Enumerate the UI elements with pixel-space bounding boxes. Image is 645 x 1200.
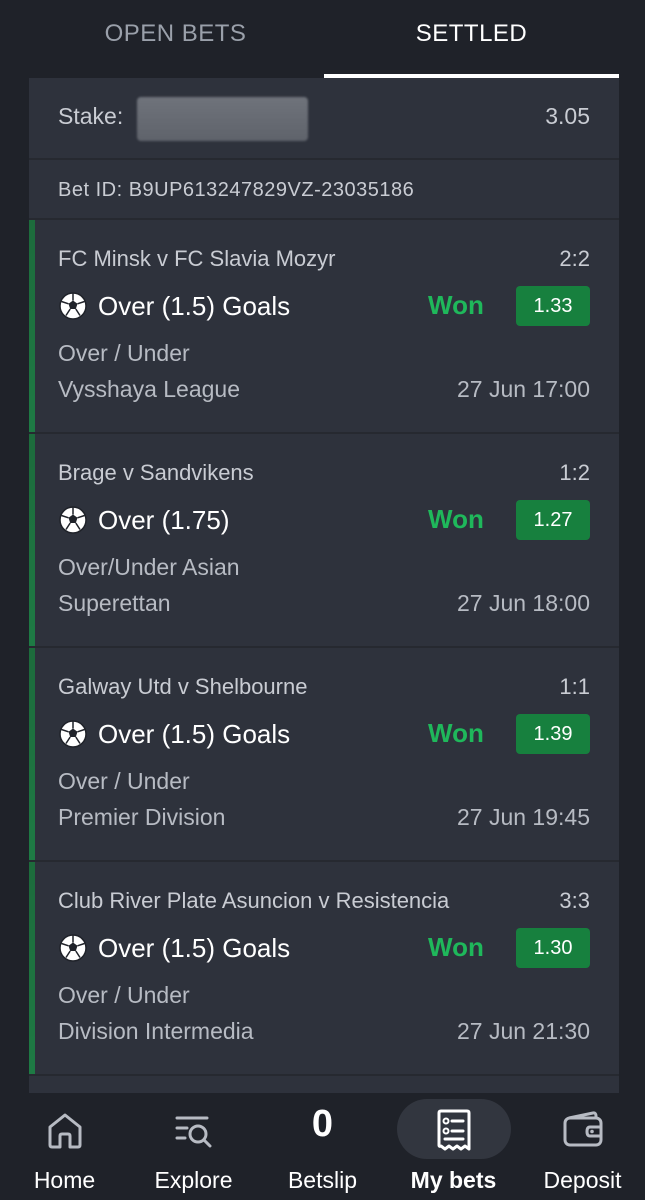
betslip-count: 0: [311, 1103, 334, 1145]
soccer-ball-icon: [59, 292, 87, 320]
market-type: Over / Under: [58, 768, 190, 794]
market-type: Over/Under Asian: [58, 554, 240, 580]
bet-id: Bet ID: B9UP613247829VZ-23035186: [58, 179, 415, 201]
league-name: Premier Division: [58, 804, 226, 830]
selection-accent-bar: [29, 648, 35, 860]
pick-label: Over (1.75): [98, 504, 230, 535]
nav-home-label: Home: [33, 1167, 96, 1193]
result-status: Won: [428, 290, 484, 320]
nav-betslip[interactable]: 0 Betslip: [258, 1093, 387, 1200]
nav-my-bets[interactable]: My bets: [389, 1093, 518, 1200]
stake-value: 3.05: [545, 103, 590, 129]
result-status: Won: [428, 504, 484, 534]
selection-item: Club River Plate Asuncion v Resistencia …: [29, 862, 619, 1076]
stake-label: Stake:: [58, 103, 124, 129]
selection-item: Galway Utd v Shelbourne 1:1 Over (1.5) G…: [29, 648, 619, 862]
redacted-area: [137, 97, 308, 141]
pick-label: Over (1.5) Goals: [98, 932, 291, 963]
league-name: Superettan: [58, 590, 171, 616]
nav-home[interactable]: Home: [0, 1093, 129, 1200]
match-datetime: 27 Jun 18:00: [456, 590, 590, 616]
stake-row: Stake: 3.05: [29, 78, 619, 160]
tab-open-bets[interactable]: OPEN BETS: [28, 0, 323, 78]
match-name: Galway Utd v Shelbourne: [58, 674, 308, 699]
odds-badge: 1.33: [516, 286, 590, 326]
pick-label: Over (1.5) Goals: [98, 718, 291, 749]
odds-badge: 1.27: [516, 500, 590, 540]
match-datetime: 27 Jun 19:45: [456, 804, 590, 830]
soccer-ball-icon: [59, 934, 87, 962]
odds-badge: 1.30: [516, 928, 590, 968]
soccer-ball-icon: [59, 720, 87, 748]
nav-my-bets-label: My bets: [410, 1167, 497, 1193]
odds-badge: 1.39: [516, 714, 590, 754]
bets-tabs: OPEN BETS SETTLED: [0, 0, 645, 78]
nav-deposit-label: Deposit: [543, 1167, 622, 1193]
home-icon: [48, 1113, 81, 1149]
pick-row: Over (1.5) Goals: [58, 288, 290, 324]
league-name: Division Intermedia: [58, 1018, 254, 1044]
wallet-icon: [563, 1111, 602, 1147]
pick-label: Over (1.5) Goals: [98, 290, 291, 321]
nav-deposit[interactable]: Deposit: [518, 1093, 645, 1200]
selection-item: Brage v Sandvikens 1:2 Over (1.75) Won 1…: [29, 434, 619, 648]
selection-item: FC Minsk v FC Slavia Mozyr 2:2 Over (1.5…: [29, 220, 619, 434]
market-type: Over / Under: [58, 982, 190, 1008]
nav-betslip-label: Betslip: [287, 1167, 358, 1193]
selection-accent-bar: [29, 862, 35, 1074]
match-name: Brage v Sandvikens: [58, 460, 254, 485]
selection-accent-bar: [29, 220, 35, 432]
nav-explore[interactable]: Explore: [129, 1093, 258, 1200]
soccer-ball-icon: [59, 506, 87, 534]
match-score: 1:2: [559, 460, 590, 485]
result-status: Won: [428, 932, 484, 962]
match-name: FC Minsk v FC Slavia Mozyr: [58, 246, 336, 271]
explore-icon: [175, 1116, 211, 1148]
match-datetime: 27 Jun 21:30: [456, 1018, 590, 1044]
result-status: Won: [428, 718, 484, 748]
bottom-navigation: Home Explore 0 Betslip My bets Deposit: [0, 1093, 645, 1200]
bet-card: Stake: 3.05 Bet ID: B9UP613247829VZ-2303…: [29, 78, 619, 1093]
match-name: Club River Plate Asuncion v Resistencia: [58, 888, 450, 913]
market-type: Over / Under: [58, 340, 190, 366]
tab-settled[interactable]: SETTLED: [324, 0, 619, 78]
match-score: 1:1: [559, 674, 590, 699]
pick-row: Over (1.5) Goals: [58, 930, 290, 966]
match-score: 2:2: [559, 246, 590, 271]
pick-row: Over (1.75): [58, 502, 230, 538]
pick-row: Over (1.5) Goals: [58, 716, 290, 752]
nav-explore-label: Explore: [154, 1167, 233, 1193]
my-bets-icon: [437, 1109, 470, 1151]
match-datetime: 27 Jun 17:00: [456, 376, 590, 402]
selection-accent-bar: [29, 434, 35, 646]
match-score: 3:3: [559, 888, 590, 913]
league-name: Vysshaya League: [58, 376, 241, 402]
